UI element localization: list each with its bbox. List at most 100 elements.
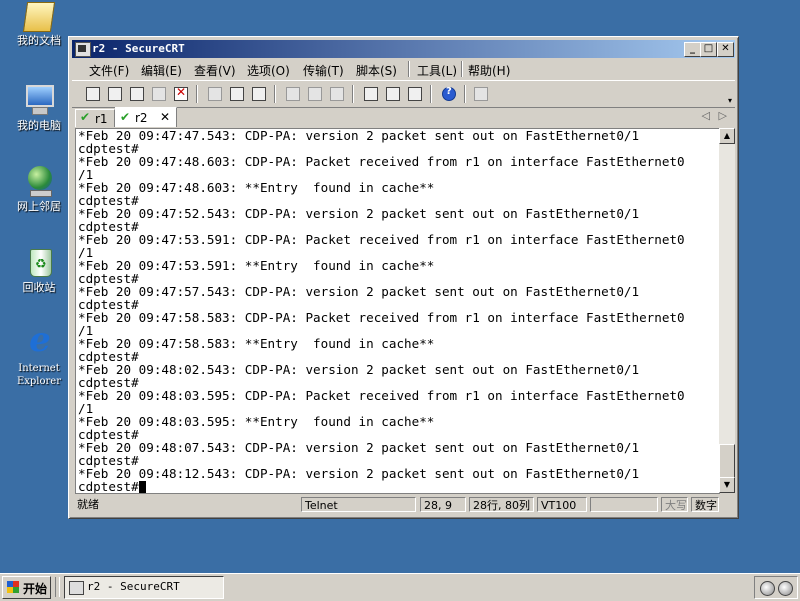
recycle-bin-icon: ♻: [22, 245, 56, 279]
status-blank: [590, 497, 658, 512]
desktop-icon-label: 回收站: [22, 281, 56, 294]
status-caps-lock: 大写: [661, 497, 688, 512]
desktop-icon-label: 我的文档: [17, 34, 61, 47]
status-ready: 就绪: [77, 498, 99, 511]
tray-network-icon[interactable]: [778, 581, 793, 596]
disconnect-icon[interactable]: [172, 85, 188, 101]
reconnect-icon[interactable]: [150, 85, 166, 101]
menu-transfer[interactable]: 传输(T): [303, 62, 344, 79]
paste-icon[interactable]: [228, 85, 244, 101]
keymap-editor-icon[interactable]: [472, 85, 488, 101]
terminal-line: *Feb 20 09:48:03.595: CDP-PA: Packet rec…: [78, 388, 685, 403]
tab-label: r2: [135, 111, 148, 125]
desktop-icon-recycle-bin[interactable]: ♻ 回收站: [4, 245, 74, 294]
scroll-down-arrow-icon[interactable]: ▼: [719, 477, 735, 493]
terminal-line: *Feb 20 09:48:02.543: CDP-PA: version 2 …: [78, 362, 640, 377]
desktop-icon-my-computer[interactable]: 我的电脑: [4, 83, 74, 132]
global-options-icon[interactable]: [384, 85, 400, 101]
toolbar-separator: [352, 85, 354, 103]
my-computer-icon: [22, 83, 56, 117]
scrollbar-thumb[interactable]: [719, 444, 735, 478]
status-num-lock: 数字: [691, 497, 719, 512]
find-icon[interactable]: [250, 85, 266, 101]
desktop-icon-label: 我的电脑: [17, 119, 61, 132]
taskbar: 开始 r2 - SecureCRT: [0, 573, 800, 601]
toolbar-separator: [274, 85, 276, 103]
terminal-line: *Feb 20 09:48:12.543: CDP-PA: version 2 …: [78, 466, 640, 481]
menu-bar: 文件(F) 编辑(E) 查看(V) 选项(O) 传输(T) 脚本(S) 工具(L…: [72, 59, 735, 79]
menu-tools[interactable]: 工具(L): [417, 62, 457, 79]
tab-label: r1: [95, 112, 108, 126]
system-tray: [754, 576, 798, 599]
desktop-icon-label: 网上邻居: [17, 200, 61, 213]
status-bar: 就绪 Telnet 28, 9 28行, 80列 VT100 大写 数字: [72, 496, 735, 515]
terminal-line: *Feb 20 09:47:57.543: CDP-PA: version 2 …: [78, 284, 640, 299]
desktop-icon-internet-explorer[interactable]: e Internet Explorer: [4, 320, 74, 388]
status-cursor-position: 28, 9: [420, 497, 466, 512]
tray-sound-icon[interactable]: [760, 581, 775, 596]
toolbar-overflow-icon[interactable]: ▾: [728, 96, 732, 105]
session-options-icon[interactable]: [362, 85, 378, 101]
scroll-up-arrow-icon[interactable]: ▲: [719, 128, 735, 144]
connect-icon[interactable]: [84, 85, 100, 101]
securecrt-window: r2 - SecureCRT _ □ ✕ 文件(F) 编辑(E) 查看(V) 选…: [68, 36, 739, 519]
status-protocol: Telnet: [301, 497, 416, 512]
terminal-prompt: cdptest#: [78, 479, 139, 494]
session-tab-bar: ✔ r1 ✔ r2 ✕ ◁ ▷: [72, 107, 735, 127]
terminal-line: *Feb 20 09:47:52.543: CDP-PA: version 2 …: [78, 206, 640, 221]
start-label: 开始: [23, 582, 48, 596]
start-button[interactable]: 开始: [2, 576, 51, 599]
menu-edit[interactable]: 编辑(E): [141, 62, 182, 79]
help-icon[interactable]: [440, 85, 456, 101]
print-screen-icon[interactable]: [284, 85, 300, 101]
status-emulation: VT100: [537, 497, 587, 512]
desktop-icon-my-documents[interactable]: 我的文档: [4, 2, 74, 47]
close-button[interactable]: ✕: [717, 42, 734, 57]
menu-script[interactable]: 脚本(S): [356, 62, 397, 79]
tab-r2[interactable]: ✔ r2 ✕: [115, 107, 177, 127]
securecrt-app-icon: [69, 581, 84, 595]
connected-check-icon: ✔: [80, 110, 91, 124]
desktop-icon-network-places[interactable]: 网上邻居: [4, 164, 74, 213]
terminal-text: *Feb 20 09:47:47.543: CDP-PA: version 2 …: [76, 129, 720, 493]
windows-logo-icon: [7, 581, 19, 593]
maximize-button[interactable]: □: [700, 42, 717, 57]
menu-options[interactable]: 选项(O): [247, 62, 290, 79]
terminal-line: *Feb 20 09:47:47.543: CDP-PA: version 2 …: [78, 128, 640, 143]
menu-help[interactable]: 帮助(H): [468, 62, 510, 79]
title-bar[interactable]: r2 - SecureCRT _ □ ✕: [72, 40, 735, 58]
desktop-icon-label: Internet Explorer: [16, 363, 62, 387]
quick-connect-icon[interactable]: [106, 85, 122, 101]
connected-check-icon: ✔: [120, 110, 131, 124]
menu-view[interactable]: 查看(V): [194, 62, 236, 79]
print-icon[interactable]: [328, 85, 344, 101]
network-places-icon: [22, 164, 56, 198]
terminal-line: *Feb 20 09:47:53.591: CDP-PA: Packet rec…: [78, 232, 685, 247]
taskbar-item-securecrt[interactable]: r2 - SecureCRT: [64, 576, 224, 599]
terminal-line: *Feb 20 09:47:58.583: CDP-PA: Packet rec…: [78, 310, 685, 325]
window-title: r2 - SecureCRT: [92, 42, 185, 55]
status-rows-cols: 28行, 80列: [469, 497, 534, 512]
securecrt-app-icon[interactable]: [75, 42, 91, 57]
tab-scroll-left-icon[interactable]: ◁: [702, 109, 710, 122]
vertical-scrollbar[interactable]: ▲ ▼: [719, 128, 735, 493]
connect-in-tab-icon[interactable]: [128, 85, 144, 101]
toolbar: ▾: [72, 80, 735, 108]
tab-r1[interactable]: ✔ r1: [75, 109, 115, 127]
terminal-line: *Feb 20 09:47:48.603: CDP-PA: Packet rec…: [78, 154, 685, 169]
key-map-icon[interactable]: [406, 85, 422, 101]
tab-scroll-right-icon[interactable]: ▷: [719, 109, 727, 122]
terminal-output[interactable]: *Feb 20 09:47:47.543: CDP-PA: version 2 …: [75, 128, 720, 494]
taskbar-item-label: r2 - SecureCRT: [87, 580, 180, 593]
menu-separator: [408, 61, 410, 77]
internet-explorer-icon: e: [29, 320, 51, 360]
taskbar-separator: [55, 577, 60, 597]
menu-file[interactable]: 文件(F): [89, 62, 129, 79]
copy-icon[interactable]: [206, 85, 222, 101]
minimize-button[interactable]: _: [684, 42, 701, 57]
close-tab-icon[interactable]: ✕: [160, 110, 170, 124]
menu-separator: [461, 61, 463, 77]
print-selection-icon[interactable]: [306, 85, 322, 101]
terminal-cursor: [138, 481, 146, 493]
toolbar-separator: [196, 85, 198, 103]
